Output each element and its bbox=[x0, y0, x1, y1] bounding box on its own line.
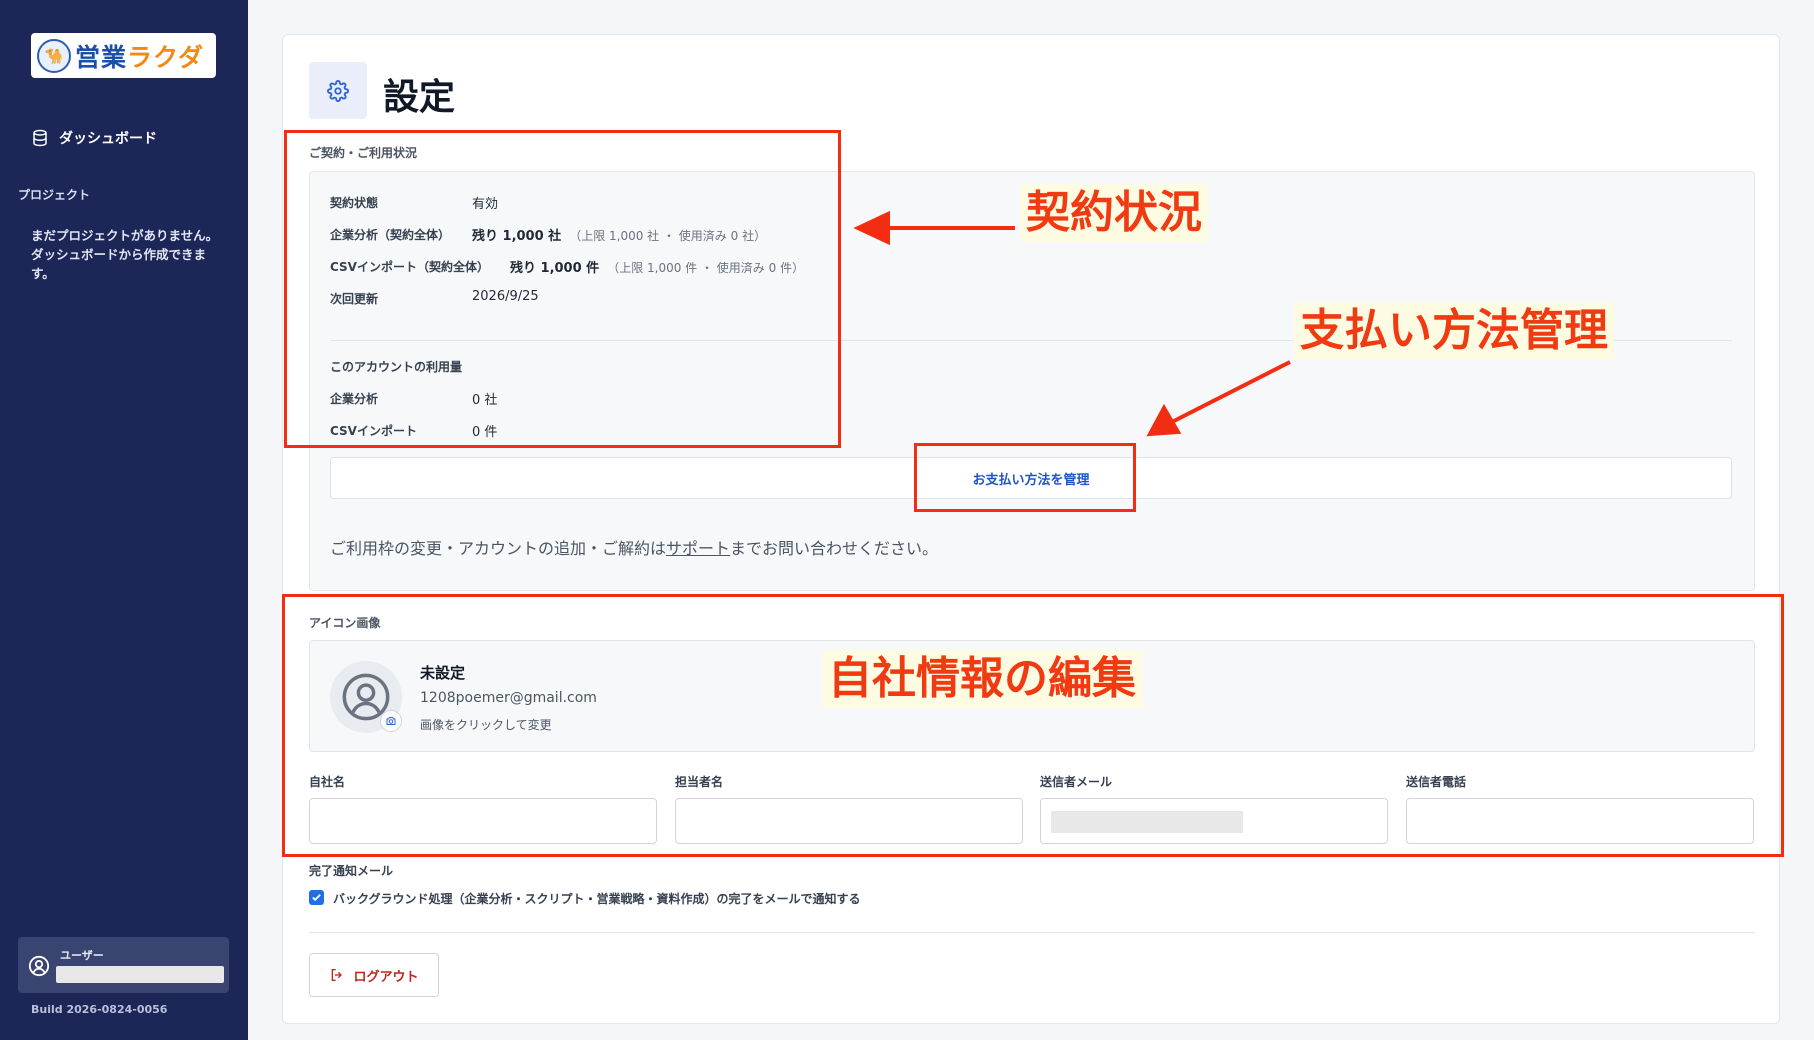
annotation-company-box bbox=[282, 594, 1784, 857]
check-icon bbox=[312, 894, 321, 902]
database-icon bbox=[33, 129, 47, 147]
divider bbox=[309, 932, 1755, 933]
user-name-redacted bbox=[56, 966, 224, 983]
user-circle-icon bbox=[28, 955, 50, 977]
page-title: 設定 bbox=[383, 77, 456, 118]
support-link[interactable]: サポート bbox=[666, 539, 730, 558]
logout-button[interactable]: ログアウト bbox=[309, 953, 439, 997]
logo-text: 営業ラクダ bbox=[75, 42, 205, 72]
build-version: Build 2026-0824-0056 bbox=[31, 1003, 168, 1016]
support-notice: ご利用枠の変更・アカウントの追加・ご解約はサポートまでお問い合わせください。 bbox=[330, 539, 939, 558]
gear-icon bbox=[327, 79, 349, 102]
project-section-heading: プロジェクト bbox=[18, 188, 91, 202]
annotation-contract-label: 契約状況 bbox=[1020, 184, 1208, 242]
notify-checkbox[interactable] bbox=[309, 890, 324, 905]
annotation-contract-box bbox=[284, 130, 841, 448]
notify-checkbox-label[interactable]: バックグラウンド処理（企業分析・スクリプト・営業戦略・資料作成）の完了をメールで… bbox=[333, 890, 861, 907]
annotation-payment-label: 支払い方法管理 bbox=[1294, 302, 1614, 360]
logout-icon bbox=[332, 969, 343, 981]
sidebar-item-label: ダッシュボード bbox=[59, 131, 157, 147]
app-logo[interactable]: 🐪 営業ラクダ bbox=[31, 33, 216, 78]
annotation-company-label: 自社情報の編集 bbox=[822, 650, 1142, 708]
notify-section-label: 完了通知メール bbox=[309, 864, 394, 878]
user-label: ユーザー bbox=[60, 949, 104, 962]
sidebar: 🐪 営業ラクダ ダッシュボード プロジェクト まだプロジェクトがありません。ダッ… bbox=[0, 0, 248, 1040]
camel-logo-icon: 🐪 bbox=[37, 38, 71, 73]
sidebar-item-dashboard[interactable]: ダッシュボード bbox=[31, 128, 157, 148]
empty-projects-message: まだプロジェクトがありません。ダッシュボードから作成できます。 bbox=[31, 228, 219, 281]
user-card[interactable]: ユーザー bbox=[18, 937, 229, 993]
annotation-payment-box bbox=[914, 443, 1136, 512]
settings-title-icon bbox=[309, 62, 367, 119]
